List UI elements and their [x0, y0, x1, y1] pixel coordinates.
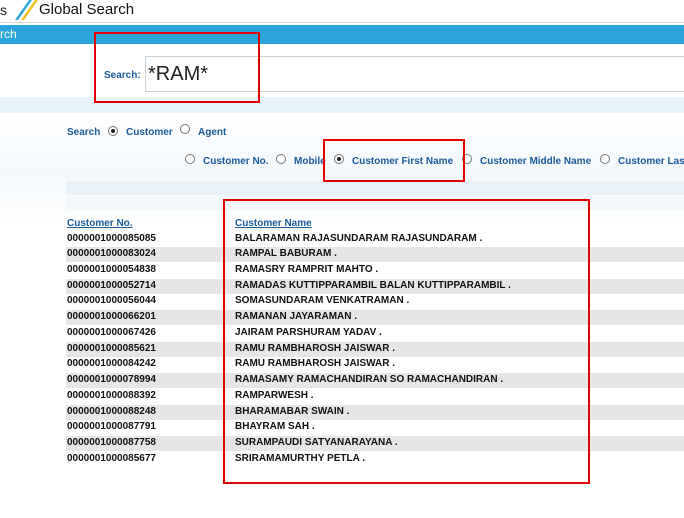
- logo-icon: [15, 0, 38, 20]
- agent-radio-label[interactable]: Agent: [198, 127, 226, 138]
- customer-no-cell: 0000001000088248: [67, 406, 156, 417]
- customer-no-radio-label[interactable]: Customer No.: [203, 156, 269, 167]
- title-bar: s Global Search: [0, 0, 684, 23]
- first-name-option-highlight: [323, 139, 465, 182]
- agent-radio[interactable]: [180, 124, 190, 134]
- search-input-highlight: [94, 32, 260, 103]
- customer-no-cell: 0000001000078994: [67, 374, 156, 385]
- customer-no-cell: 0000001000066201: [67, 311, 156, 322]
- last-name-radio-label[interactable]: Customer Las: [618, 156, 684, 167]
- customer-no-cell: 0000001000052714: [67, 280, 156, 291]
- customer-no-cell: 0000001000083024: [67, 248, 156, 259]
- search-type-label: Search: [67, 127, 101, 138]
- customer-no-cell: 0000001000054838: [67, 264, 156, 275]
- mobile-radio[interactable]: [276, 154, 286, 164]
- page-title: Global Search: [39, 1, 135, 18]
- customer-no-radio[interactable]: [185, 154, 195, 164]
- middle-name-radio-label[interactable]: Customer Middle Name: [480, 156, 591, 167]
- customer-radio[interactable]: [108, 126, 118, 136]
- customer-no-cell: 0000001000085677: [67, 453, 156, 464]
- customer-no-cell: 0000001000084242: [67, 358, 156, 369]
- customer-no-cell: 0000001000088392: [67, 390, 156, 401]
- global-search-page: s Global Search rch Search: Search Custo…: [0, 0, 684, 518]
- results-toolbar-strip: [66, 181, 684, 195]
- customer-no-cell: 0000001000056044: [67, 295, 156, 306]
- customer-no-cell: 0000001000085621: [67, 343, 156, 354]
- customer-no-cell: 0000001000067426: [67, 327, 156, 338]
- customer-radio-label[interactable]: Customer: [126, 127, 173, 138]
- customer-no-cell: 0000001000085085: [67, 233, 156, 244]
- header-customer-no[interactable]: Customer No.: [67, 218, 133, 229]
- customer-no-cell: 0000001000087758: [67, 437, 156, 448]
- tab-fragment[interactable]: s: [0, 2, 7, 18]
- last-name-radio[interactable]: [600, 154, 610, 164]
- customer-no-cell: 0000001000087791: [67, 421, 156, 432]
- mobile-radio-label[interactable]: Mobile: [294, 156, 326, 167]
- customer-name-results-highlight: [223, 199, 590, 484]
- section-header-label: rch: [0, 27, 17, 41]
